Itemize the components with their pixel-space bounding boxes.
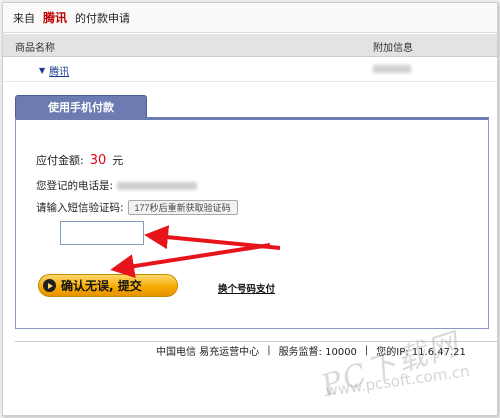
phone-number-masked (117, 181, 198, 190)
phone-row: 您登记的电话是: (36, 178, 198, 193)
play-icon (43, 279, 56, 292)
product-table-header: 商品名称 附加信息 (3, 34, 497, 57)
amount-label: 应付金额: (36, 154, 84, 167)
sms-code-row: 请输入短信验证码: 177秒后重新获取验证码 (36, 200, 238, 215)
extra-info-masked (373, 65, 411, 73)
header-prefix: 来自 (13, 11, 35, 25)
table-row: ▼ 腾讯 (3, 57, 497, 82)
payment-request-header: 来自 腾讯 的付款申请 (3, 3, 497, 33)
sms-code-label: 请输入短信验证码: (36, 202, 124, 214)
sms-code-input[interactable] (60, 221, 144, 245)
confirm-submit-label: 确认无误, 提交 (61, 279, 142, 293)
product-cell: ▼ 腾讯 (39, 63, 69, 78)
product-link[interactable]: 腾讯 (49, 63, 69, 78)
footer-org: 中国电信 易充运营中心 (156, 347, 260, 358)
col-extra-info: 附加信息 (373, 43, 413, 54)
col-product-name: 商品名称 (15, 43, 55, 54)
amount-value: 30 (89, 153, 107, 168)
amount-row: 应付金额: 30 元 (36, 152, 123, 168)
tab-mobile-payment[interactable]: 使用手机付款 (15, 95, 147, 118)
footer-separator-1: | (267, 345, 271, 356)
confirm-submit-button[interactable]: 确认无误, 提交 (38, 274, 178, 297)
switch-number-link[interactable]: 换个号码支付 (218, 281, 275, 295)
header-suffix: 的付款申请 (75, 11, 131, 25)
mobile-payment-panel: 应付金额: 30 元 您登记的电话是: 请输入短信验证码: 177秒后重新获取验… (15, 117, 489, 329)
amount-unit: 元 (112, 154, 124, 167)
phone-label: 您登记的电话是: (36, 180, 114, 192)
triangle-down-icon[interactable]: ▼ (39, 66, 45, 75)
merchant-name: 腾讯 (43, 11, 68, 25)
resend-code-button[interactable]: 177秒后重新获取验证码 (127, 200, 238, 215)
